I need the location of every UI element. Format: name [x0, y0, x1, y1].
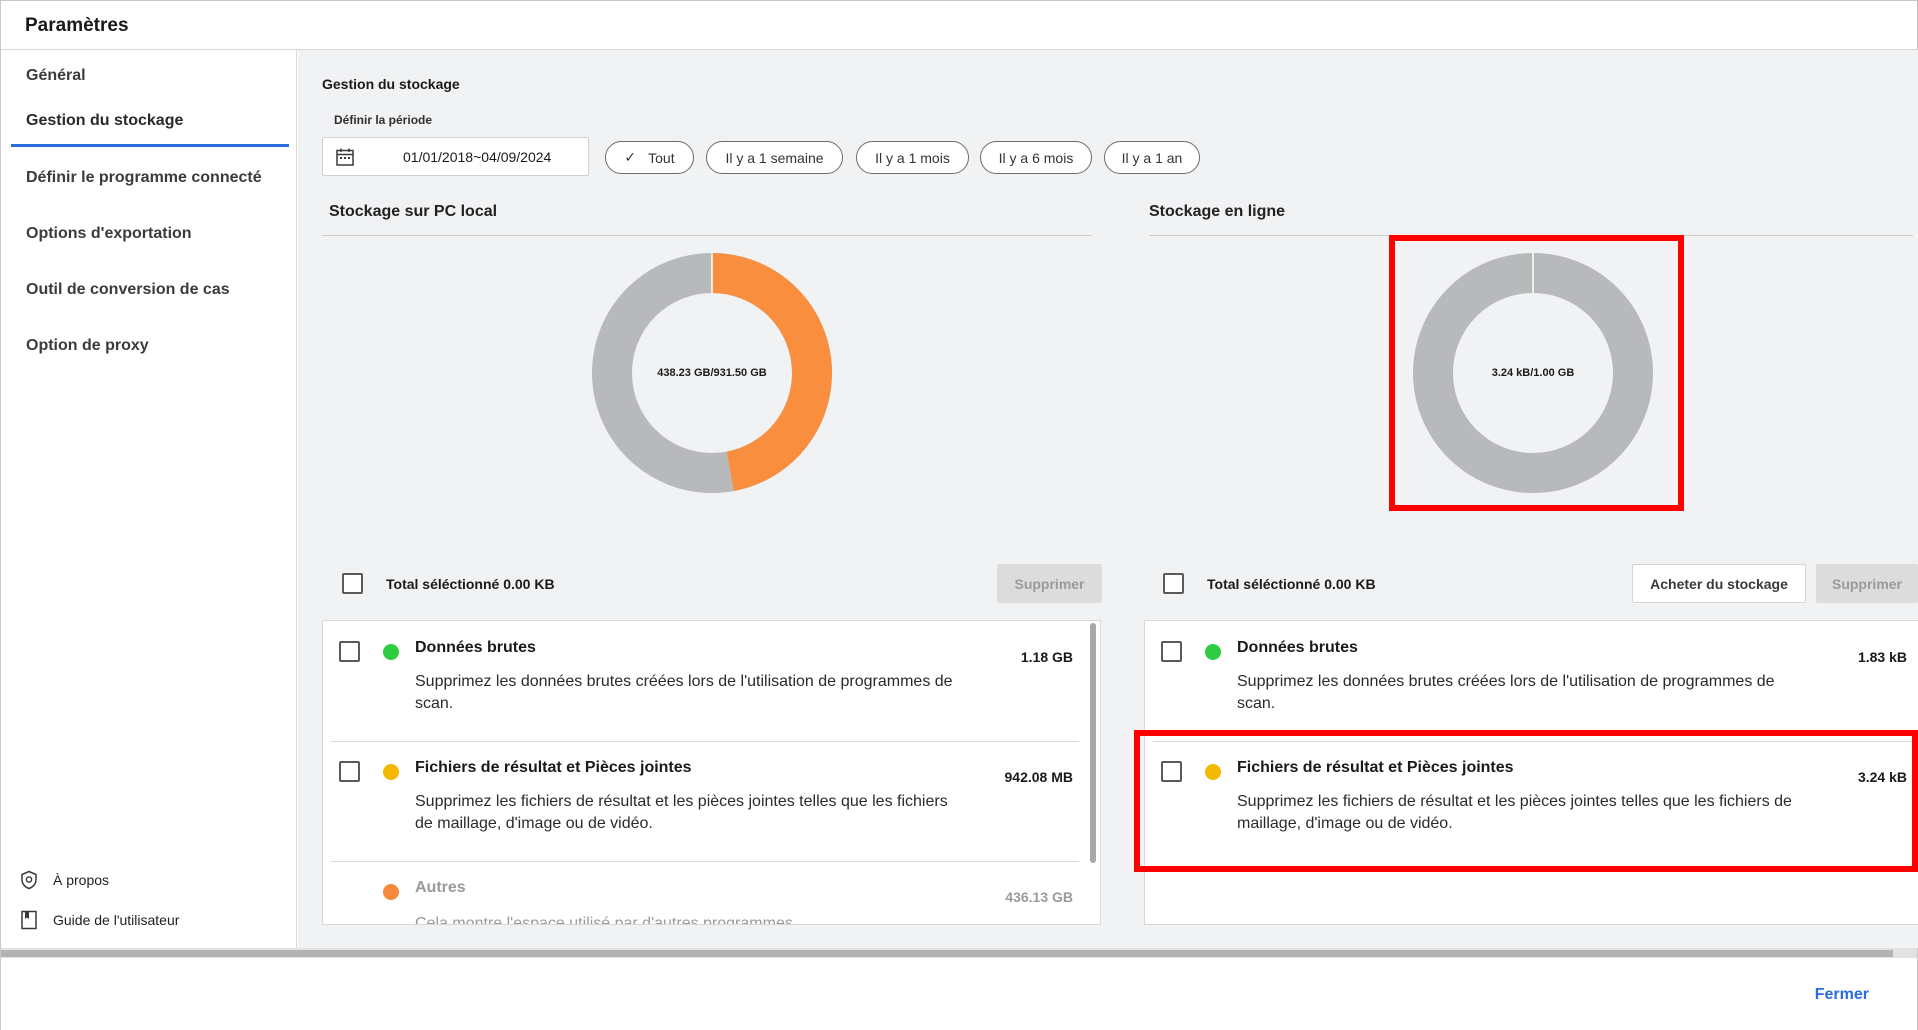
online-delete-button[interactable]: Supprimer: [1816, 564, 1918, 603]
list-item: Fichiers de résultat et Pièces jointes S…: [323, 741, 1083, 861]
chip-6-months[interactable]: Il y a 6 mois: [980, 141, 1092, 174]
online-storage-usage: 3.24 kB/1.00 GB: [1491, 367, 1575, 379]
close-button[interactable]: Fermer: [1815, 986, 1869, 1004]
status-dot: [383, 764, 399, 780]
about-label: À propos: [53, 872, 110, 888]
row-checkbox[interactable]: [339, 641, 360, 662]
book-icon: [21, 910, 37, 930]
sidebar-item-storage[interactable]: Gestion du stockage: [11, 95, 289, 147]
row-title: Données brutes: [415, 639, 536, 656]
list-scrollbar[interactable]: [1090, 623, 1096, 863]
status-dot: [1205, 644, 1221, 660]
status-dot: [383, 644, 399, 660]
row-size: 436.13 GB: [1005, 889, 1073, 905]
list-item: Autres Cela montre l'espace utilisé par …: [323, 861, 1083, 925]
date-range-value: 01/01/2018~04/09/2024: [403, 149, 552, 165]
sidebar: Général Gestion du stockage Définir le p…: [1, 50, 297, 948]
row-title: Fichiers de résultat et Pièces jointes: [415, 759, 692, 776]
user-guide-link[interactable]: Guide de l'utilisateur: [19, 910, 179, 930]
online-total-selected: Total séléctionné 0.00 KB: [1207, 576, 1376, 592]
local-delete-button[interactable]: Supprimer: [997, 564, 1102, 603]
row-description: Supprimez les fichiers de résultat et le…: [1237, 791, 1792, 835]
window-title: Paramètres: [25, 15, 129, 36]
main-content: Gestion du stockage Définir la période 0…: [298, 50, 1918, 948]
row-description-line: Supprimez les fichiers de résultat et le…: [415, 793, 948, 810]
page-title: Gestion du stockage: [322, 76, 460, 92]
period-label: Définir la période: [334, 113, 433, 127]
row-checkbox[interactable]: [1161, 641, 1182, 662]
calendar-icon: [336, 148, 354, 166]
sidebar-item-connected-program[interactable]: Définir le programme connecté: [11, 152, 289, 204]
chip-all-label: Tout: [648, 149, 675, 166]
row-description-line: de maillage, d'image ou de vidéo.: [415, 815, 653, 832]
row-description-line: Supprimez les fichiers de résultat et le…: [1237, 793, 1792, 810]
row-description-line: maillage, d'image ou de vidéo.: [1237, 815, 1453, 832]
row-title: Fichiers de résultat et Pièces jointes: [1237, 759, 1514, 776]
local-storage-usage: 438.23 GB/931.50 GB: [657, 367, 767, 379]
row-size: 1.18 GB: [1020, 649, 1073, 665]
divider: [322, 235, 1092, 236]
chip-all[interactable]: ✓ Tout: [605, 141, 694, 174]
chip-1-year[interactable]: Il y a 1 an: [1104, 141, 1200, 174]
row-description-line: Supprimez les données brutes créées lors…: [415, 673, 953, 690]
local-total-selected: Total séléctionné 0.00 KB: [386, 576, 555, 592]
title-bar: Paramètres: [1, 1, 1917, 50]
row-description-line: Supprimez les données brutes créées lors…: [1237, 673, 1775, 690]
date-range-picker[interactable]: 01/01/2018~04/09/2024: [322, 137, 589, 176]
row-size: 3.24 kB: [1857, 769, 1907, 785]
local-storage-heading: Stockage sur PC local: [329, 203, 498, 220]
local-storage-donut: 438.23 GB/931.50 GB: [592, 253, 832, 493]
shield-icon: [21, 870, 37, 890]
row-description-line: scan.: [1237, 695, 1276, 712]
online-select-all-checkbox[interactable]: [1163, 573, 1184, 594]
settings-window: Paramètres Général Gestion du stockage D…: [0, 0, 1918, 1030]
status-dot: [383, 884, 399, 900]
row-description: Supprimez les fichiers de résultat et le…: [415, 791, 948, 835]
list-item: Données brutes Supprimez les données bru…: [1145, 621, 1918, 741]
row-size: 1.83 kB: [1857, 649, 1907, 665]
buy-storage-button[interactable]: Acheter du stockage: [1632, 564, 1806, 603]
row-title: Autres: [415, 879, 466, 896]
divider: [1149, 235, 1913, 236]
sidebar-item-proxy[interactable]: Option de proxy: [11, 320, 289, 372]
chip-1-week[interactable]: Il y a 1 semaine: [706, 141, 843, 174]
sidebar-item-case-conversion[interactable]: Outil de conversion de cas: [11, 264, 289, 316]
chip-1-month[interactable]: Il y a 1 mois: [856, 141, 969, 174]
local-storage-list[interactable]: Données brutes Supprimez les données bru…: [322, 620, 1101, 925]
list-item: Fichiers de résultat et Pièces jointes S…: [1145, 741, 1918, 861]
row-description-line: scan.: [415, 695, 454, 712]
dialog-footer: Fermer: [1, 958, 1917, 1030]
status-dot: [1205, 764, 1221, 780]
online-storage-donut: 3.24 kB/1.00 GB: [1413, 253, 1653, 493]
row-checkbox[interactable]: [339, 761, 360, 782]
online-storage-list[interactable]: Données brutes Supprimez les données bru…: [1144, 620, 1918, 925]
list-item: Données brutes Supprimez les données bru…: [323, 621, 1083, 741]
sidebar-item-export-options[interactable]: Options d'exportation: [11, 208, 289, 260]
local-select-all-checkbox[interactable]: [342, 573, 363, 594]
row-size: 942.08 MB: [1004, 769, 1073, 785]
row-description: Supprimez les données brutes créées lors…: [1237, 671, 1775, 715]
row-checkbox[interactable]: [1161, 761, 1182, 782]
row-title: Données brutes: [1237, 639, 1358, 656]
check-icon: ✓: [624, 149, 637, 165]
about-link[interactable]: À propos: [19, 870, 109, 890]
row-description: Supprimez les données brutes créées lors…: [415, 671, 953, 715]
online-storage-heading: Stockage en ligne: [1149, 203, 1286, 220]
horizontal-scrollbar-thumb[interactable]: [1, 950, 1893, 957]
row-description: Cela montre l'espace utilisé par d'autre…: [415, 915, 798, 925]
user-guide-label: Guide de l'utilisateur: [53, 912, 180, 928]
